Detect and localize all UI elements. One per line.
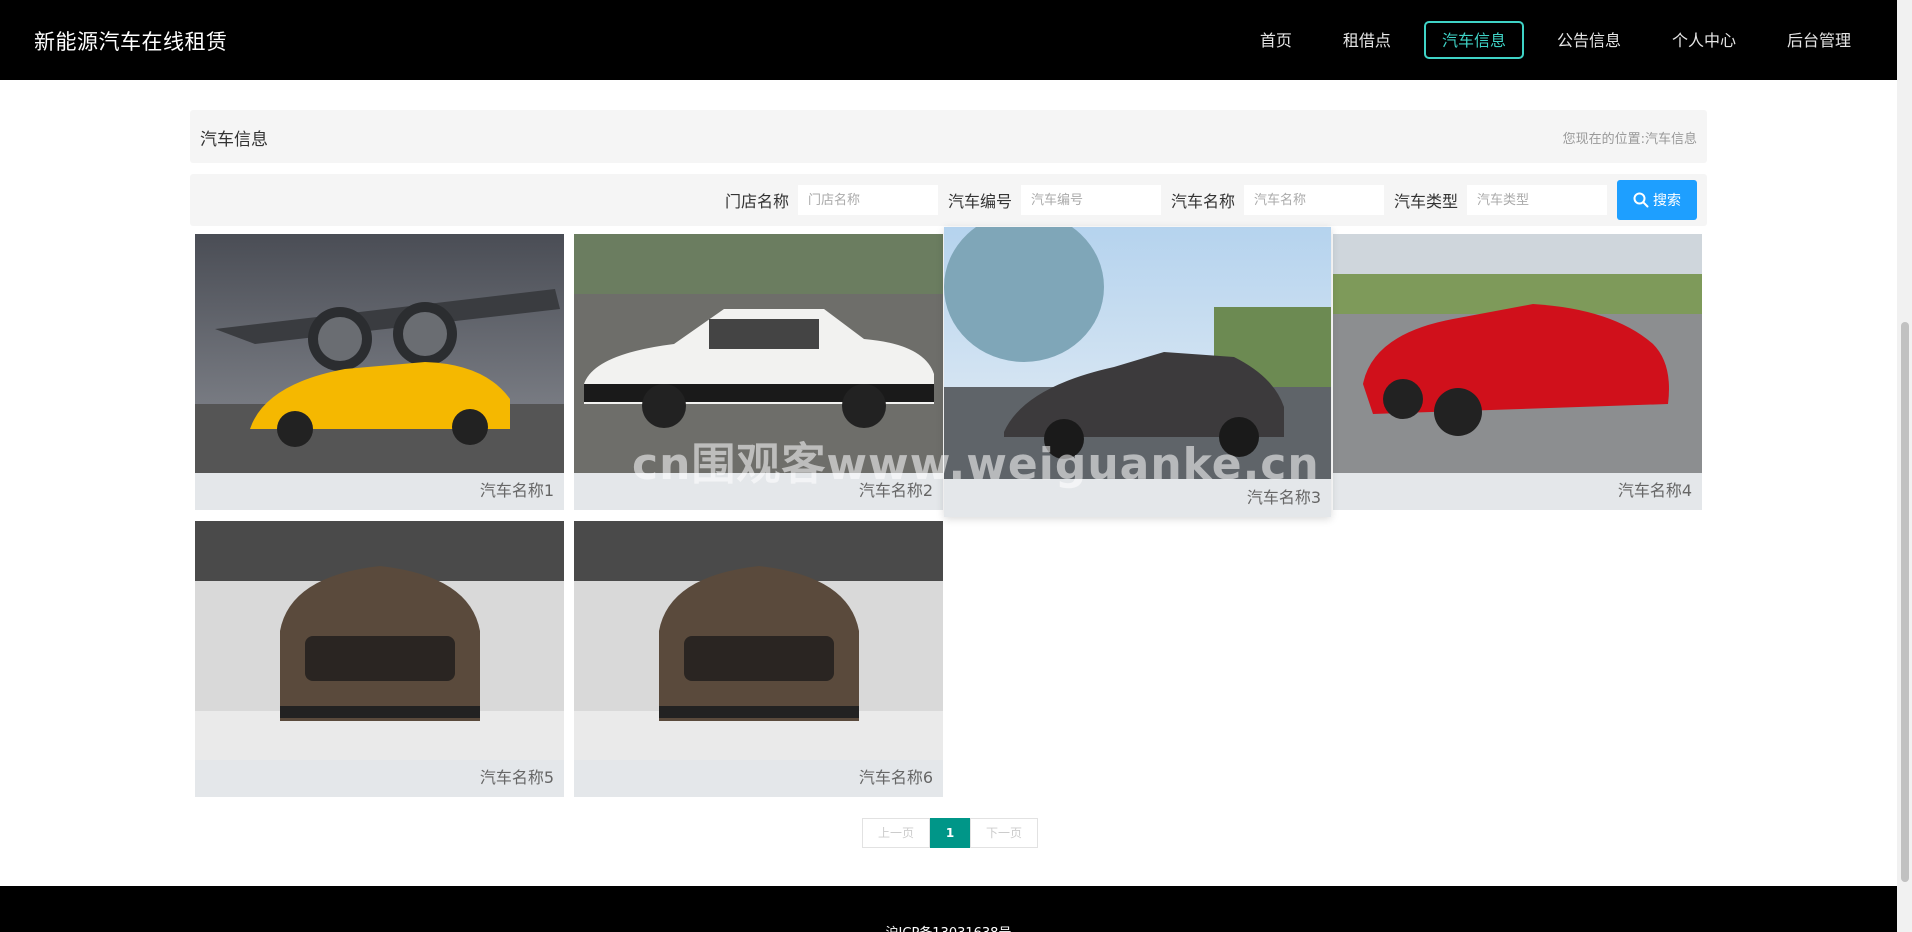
search-button-label: 搜索 xyxy=(1653,193,1681,209)
icp-record[interactable]: 沪ICP备13031638号 xyxy=(0,922,1897,932)
car-number-input[interactable] xyxy=(1020,185,1161,215)
car-photo-2[interactable] xyxy=(574,234,943,473)
page-title: 汽车信息 xyxy=(200,130,268,150)
car-card[interactable]: 汽车名称1 xyxy=(195,234,564,510)
breadcrumb: 您现在的位置: 汽车信息 xyxy=(1563,128,1697,147)
car-type-input[interactable] xyxy=(1467,185,1607,215)
car-photo-1[interactable] xyxy=(195,234,564,473)
car-number-label: 汽车编号 xyxy=(947,192,1012,211)
page-number-current[interactable]: 1 xyxy=(930,818,970,848)
pagination: 上一页 1 下一页 xyxy=(862,818,1038,848)
car-card[interactable]: 汽车名称3 xyxy=(944,227,1331,517)
car-photo-3[interactable] xyxy=(944,227,1331,479)
search-icon xyxy=(1633,192,1649,208)
prev-page-button[interactable]: 上一页 xyxy=(862,818,930,848)
car-name[interactable]: 汽车名称6 xyxy=(859,764,933,788)
car-photo-6[interactable] xyxy=(574,521,943,760)
search-button[interactable]: 搜索 xyxy=(1617,180,1697,220)
car-name-input[interactable] xyxy=(1243,185,1384,215)
site-title[interactable]: 新能源汽车在线租赁 xyxy=(34,26,228,56)
breadcrumb-current[interactable]: 汽车信息 xyxy=(1645,128,1697,147)
search-fields: 门店名称 汽车编号 汽车名称 汽车类型 搜索 xyxy=(715,180,1697,220)
car-photo-5[interactable] xyxy=(195,521,564,760)
nav-item-rental-points[interactable]: 租借点 xyxy=(1325,21,1409,59)
next-page-button[interactable]: 下一页 xyxy=(970,818,1038,848)
store-name-input[interactable] xyxy=(797,185,938,215)
nav-item-home[interactable]: 首页 xyxy=(1242,21,1310,59)
breadcrumb-prefix: 您现在的位置: xyxy=(1562,132,1645,147)
nav-item-admin[interactable]: 后台管理 xyxy=(1769,21,1869,59)
car-name[interactable]: 汽车名称3 xyxy=(1247,484,1321,508)
footer: 沪ICP备13031638号 xyxy=(0,886,1897,932)
search-bar: 门店名称 汽车编号 汽车名称 汽车类型 搜索 xyxy=(190,174,1707,226)
car-card[interactable]: 汽车名称2 xyxy=(574,234,943,510)
car-name[interactable]: 汽车名称2 xyxy=(859,477,933,501)
top-navbar: 新能源汽车在线租赁 首页 租借点 汽车信息 公告信息 个人中心 后台管理 xyxy=(0,0,1897,80)
car-photo-4[interactable] xyxy=(1333,234,1702,473)
main-nav: 首页 租借点 汽车信息 公告信息 个人中心 后台管理 xyxy=(1227,21,1869,59)
car-type-label: 汽车类型 xyxy=(1393,192,1458,211)
store-name-label: 门店名称 xyxy=(724,192,789,211)
car-name[interactable]: 汽车名称5 xyxy=(480,764,554,788)
car-name-label: 汽车名称 xyxy=(1170,192,1235,211)
car-name[interactable]: 汽车名称1 xyxy=(480,477,554,501)
nav-item-profile[interactable]: 个人中心 xyxy=(1654,21,1754,59)
nav-item-announcements[interactable]: 公告信息 xyxy=(1539,21,1639,59)
scrollbar-thumb[interactable] xyxy=(1901,322,1909,882)
car-name[interactable]: 汽车名称4 xyxy=(1618,477,1692,501)
section-title-bar: 汽车信息 您现在的位置: 汽车信息 xyxy=(190,110,1707,163)
nav-item-car-info[interactable]: 汽车信息 xyxy=(1423,21,1524,59)
car-card[interactable]: 汽车名称6 xyxy=(574,521,943,797)
car-card[interactable]: 汽车名称5 xyxy=(195,521,564,797)
car-card[interactable]: 汽车名称4 xyxy=(1333,234,1702,510)
